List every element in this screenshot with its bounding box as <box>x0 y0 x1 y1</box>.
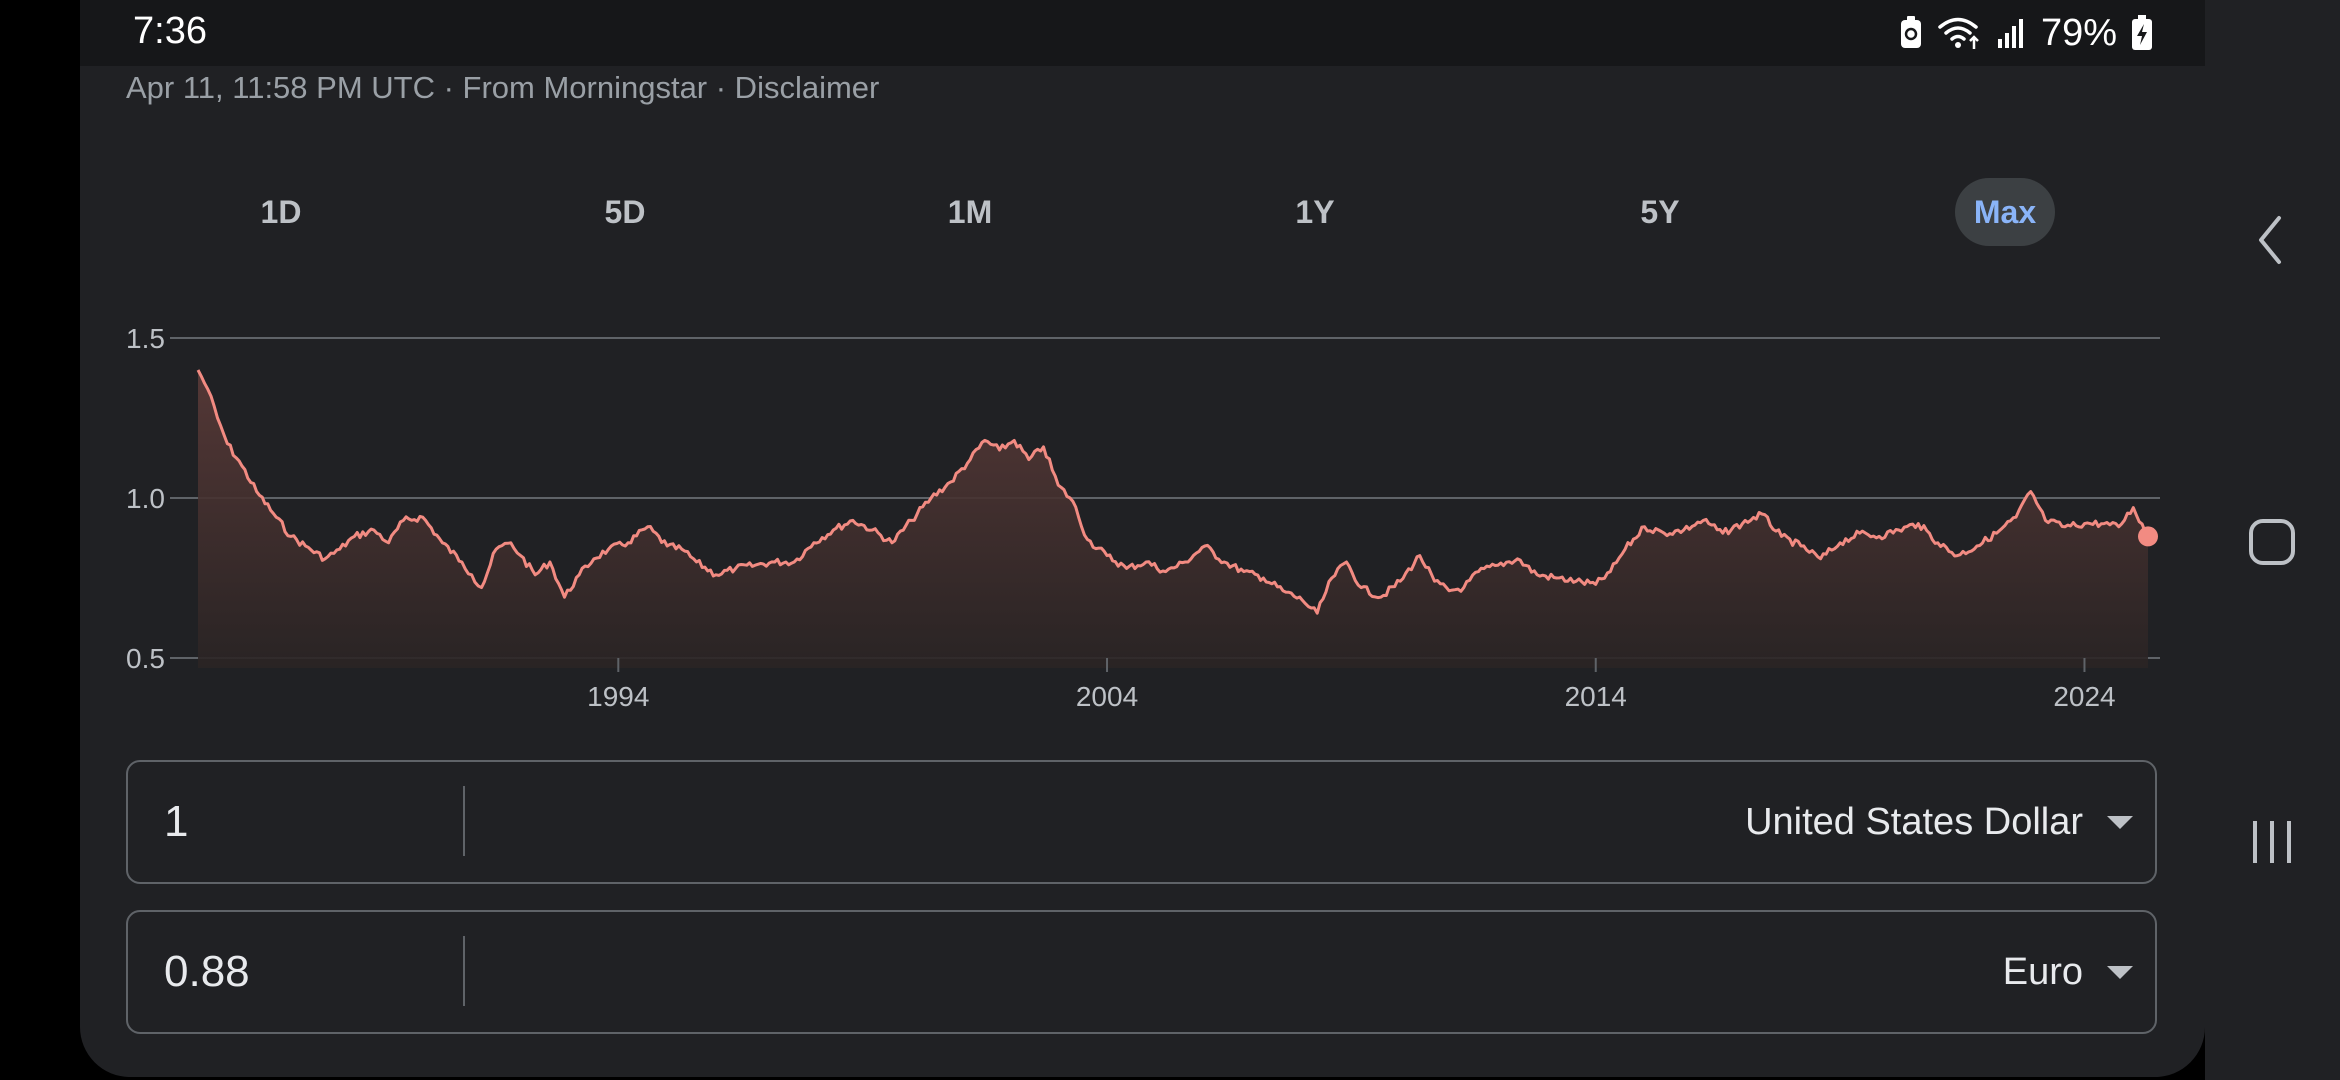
converter-to-row: 0.88 Euro <box>126 910 2157 1034</box>
chart-source-disclaimer: Apr 11, 11:58 PM UTC · From Morningstar … <box>126 70 880 105</box>
dropdown-arrow-icon[interactable] <box>2107 966 2133 979</box>
tab-1m[interactable]: 1M <box>920 178 1020 246</box>
tab-1y[interactable]: 1Y <box>1265 178 1365 246</box>
to-currency-select[interactable]: Euro <box>2003 912 2083 1032</box>
battery-charging-icon <box>2132 15 2152 50</box>
divider <box>463 786 465 856</box>
wifi-icon <box>1938 17 1979 49</box>
x-tick-label: 2014 <box>1565 681 1627 712</box>
status-bar: 7:36 79% <box>80 0 2205 66</box>
app-screen: 7:36 79% Apr 11, 11:58 PM UTC · From Mor… <box>80 0 2205 1077</box>
to-amount-input[interactable]: 0.88 <box>164 912 250 1032</box>
rate-area-fill <box>198 370 2148 668</box>
tab-max[interactable]: Max <box>1955 178 2055 246</box>
from-amount-input[interactable]: 1 <box>164 762 188 882</box>
y-tick-0-5: 0.5 <box>126 643 165 674</box>
back-icon[interactable] <box>2251 212 2291 268</box>
x-tick-label: 2004 <box>1076 681 1138 712</box>
status-time: 7:36 <box>133 10 207 52</box>
dropdown-arrow-icon[interactable] <box>2107 816 2133 829</box>
latest-rate-marker[interactable] <box>2138 526 2158 547</box>
x-tick-label: 1994 <box>587 681 649 712</box>
from-currency-select[interactable]: United States Dollar <box>1745 762 2083 882</box>
status-icons: 79% <box>1899 8 2153 58</box>
cellular-signal-icon <box>1997 19 2023 48</box>
tab-1d[interactable]: 1D <box>231 178 331 246</box>
converter-from-row: 1 United States Dollar <box>126 760 2157 884</box>
home-icon[interactable] <box>2247 517 2297 567</box>
divider <box>463 936 465 1006</box>
data-saver-icon <box>1900 16 1921 48</box>
tab-5y[interactable]: 5Y <box>1610 178 1710 246</box>
tab-5d[interactable]: 5D <box>575 178 675 246</box>
battery-percent: 79% <box>2040 11 2117 54</box>
y-tick-1-0: 1.0 <box>126 483 165 514</box>
exchange-rate-chart: 1.5 1.0 0.5 1994 2004 2014 2024 <box>126 323 2160 712</box>
x-tick-label: 2024 <box>2053 681 2115 712</box>
system-navigation-bar <box>2205 0 2340 1080</box>
recent-apps-icon[interactable] <box>2249 817 2295 867</box>
y-tick-1-5: 1.5 <box>126 323 165 354</box>
